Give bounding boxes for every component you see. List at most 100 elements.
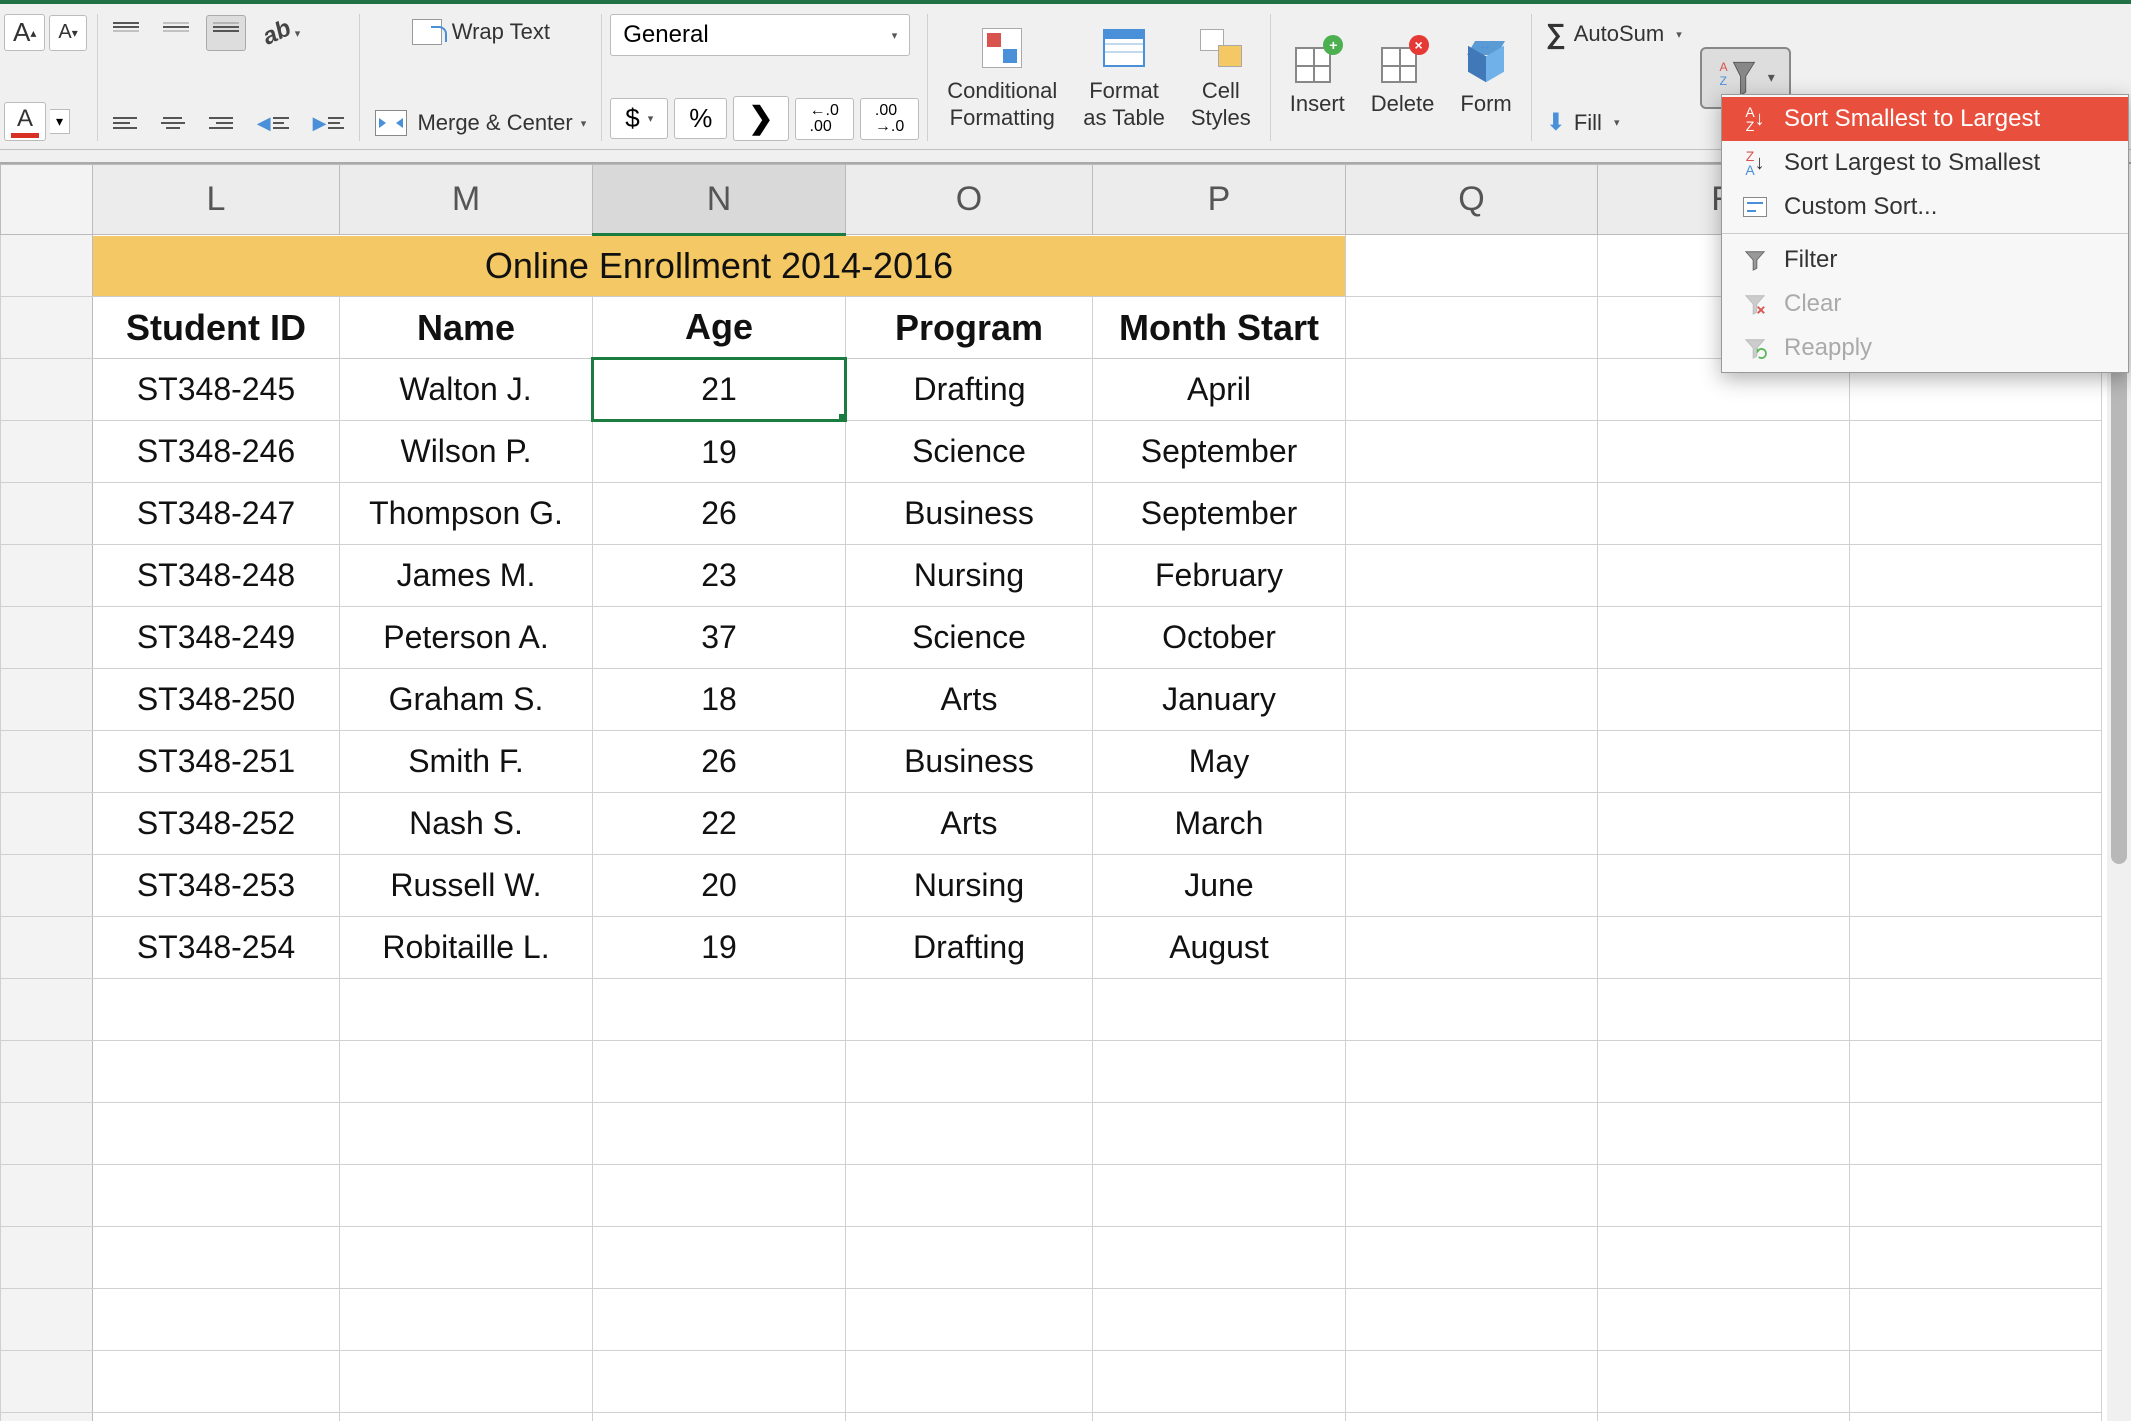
empty-cell[interactable] xyxy=(93,1165,340,1227)
data-cell[interactable]: 26 xyxy=(593,483,846,545)
data-cell[interactable]: 21 xyxy=(593,359,846,421)
autosum-button[interactable]: ∑ AutoSum ▾ xyxy=(1540,14,1688,54)
data-cell[interactable]: Nursing xyxy=(846,855,1093,917)
row-header[interactable] xyxy=(1,359,93,421)
data-cell[interactable]: Business xyxy=(846,731,1093,793)
delete-button[interactable]: × Delete xyxy=(1360,34,1446,120)
empty-cell[interactable] xyxy=(593,1227,846,1289)
fill-button[interactable]: ⬇ Fill ▾ xyxy=(1540,104,1688,141)
empty-cell[interactable] xyxy=(593,1165,846,1227)
empty-cell[interactable] xyxy=(340,1289,593,1351)
empty-cell[interactable] xyxy=(1346,669,1598,731)
grow-font-button[interactable]: A▴ xyxy=(4,14,45,51)
data-cell[interactable]: 22 xyxy=(593,793,846,855)
number-format-select[interactable]: General ▾ xyxy=(610,14,910,56)
row-header[interactable] xyxy=(1,1227,93,1289)
row-header[interactable] xyxy=(1,607,93,669)
data-cell[interactable]: January xyxy=(1093,669,1346,731)
empty-cell[interactable] xyxy=(1850,483,2102,545)
empty-cell[interactable] xyxy=(1093,1413,1346,1421)
empty-cell[interactable] xyxy=(1850,1413,2102,1421)
sort-descending-item[interactable]: ZA↓ Sort Largest to Smallest xyxy=(1722,141,2128,185)
empty-cell[interactable] xyxy=(593,1413,846,1421)
empty-cell[interactable] xyxy=(1346,1413,1598,1421)
empty-cell[interactable] xyxy=(1093,1227,1346,1289)
empty-cell[interactable] xyxy=(340,1351,593,1413)
empty-cell[interactable] xyxy=(1346,1165,1598,1227)
font-color-dropdown[interactable]: ▾ xyxy=(50,109,70,134)
data-cell[interactable]: Peterson A. xyxy=(340,607,593,669)
increase-indent-button[interactable]: ▶ xyxy=(306,105,352,141)
data-cell[interactable]: Nash S. xyxy=(340,793,593,855)
empty-cell[interactable] xyxy=(1850,421,2102,483)
percent-button[interactable]: % xyxy=(674,98,727,139)
data-cell[interactable]: ST348-248 xyxy=(93,545,340,607)
empty-cell[interactable] xyxy=(1850,1351,2102,1413)
row-header[interactable] xyxy=(1,483,93,545)
empty-cell[interactable] xyxy=(1598,483,1850,545)
empty-cell[interactable] xyxy=(1346,421,1598,483)
empty-cell[interactable] xyxy=(1850,669,2102,731)
empty-cell[interactable] xyxy=(340,1165,593,1227)
empty-cell[interactable] xyxy=(1093,1289,1346,1351)
data-cell[interactable]: 23 xyxy=(593,545,846,607)
empty-cell[interactable] xyxy=(1598,917,1850,979)
empty-cell[interactable] xyxy=(1598,1413,1850,1421)
empty-cell[interactable] xyxy=(846,1041,1093,1103)
align-right-button[interactable] xyxy=(202,105,240,141)
sort-ascending-item[interactable]: AZ↓ Sort Smallest to Largest xyxy=(1722,97,2128,141)
empty-cell[interactable] xyxy=(1598,1041,1850,1103)
data-cell[interactable]: February xyxy=(1093,545,1346,607)
empty-cell[interactable] xyxy=(1346,607,1598,669)
empty-cell[interactable] xyxy=(1346,1351,1598,1413)
row-header[interactable] xyxy=(1,235,93,297)
data-cell[interactable]: 37 xyxy=(593,607,846,669)
data-cell[interactable]: ST348-253 xyxy=(93,855,340,917)
empty-cell[interactable] xyxy=(846,1289,1093,1351)
empty-cell[interactable] xyxy=(1093,1165,1346,1227)
format-button[interactable]: ↔ Form xyxy=(1449,34,1522,120)
empty-cell[interactable] xyxy=(1346,1289,1598,1351)
empty-cell[interactable] xyxy=(340,1041,593,1103)
header-cell[interactable]: Program xyxy=(846,297,1093,359)
row-header[interactable] xyxy=(1,917,93,979)
data-cell[interactable]: March xyxy=(1093,793,1346,855)
data-cell[interactable]: Drafting xyxy=(846,359,1093,421)
empty-cell[interactable] xyxy=(1850,979,2102,1041)
data-cell[interactable]: September xyxy=(1093,421,1346,483)
data-cell[interactable]: ST348-247 xyxy=(93,483,340,545)
row-header[interactable] xyxy=(1,1165,93,1227)
cell-styles-button[interactable]: Cell Styles xyxy=(1180,21,1262,134)
data-cell[interactable]: 19 xyxy=(593,917,846,979)
header-cell[interactable]: Age xyxy=(593,297,846,359)
align-left-button[interactable] xyxy=(106,105,144,141)
insert-button[interactable]: + Insert xyxy=(1279,34,1356,120)
decrease-decimal-button[interactable]: .00→.0 xyxy=(860,98,919,140)
data-cell[interactable]: ST348-252 xyxy=(93,793,340,855)
empty-cell[interactable] xyxy=(1850,793,2102,855)
empty-cell[interactable] xyxy=(1850,855,2102,917)
header-cell[interactable]: Student ID xyxy=(93,297,340,359)
empty-cell[interactable] xyxy=(1346,235,1598,297)
empty-cell[interactable] xyxy=(93,1351,340,1413)
empty-cell[interactable] xyxy=(1093,1351,1346,1413)
column-header-N[interactable]: N xyxy=(593,165,846,235)
data-cell[interactable]: September xyxy=(1093,483,1346,545)
empty-cell[interactable] xyxy=(1093,979,1346,1041)
comma-button[interactable]: ❯ xyxy=(733,96,788,141)
data-cell[interactable]: April xyxy=(1093,359,1346,421)
empty-cell[interactable] xyxy=(1598,545,1850,607)
data-cell[interactable]: ST348-251 xyxy=(93,731,340,793)
empty-cell[interactable] xyxy=(93,1103,340,1165)
header-cell[interactable]: Month Start xyxy=(1093,297,1346,359)
column-header-O[interactable]: O xyxy=(846,165,1093,235)
empty-cell[interactable] xyxy=(1093,1103,1346,1165)
data-cell[interactable]: ST348-245 xyxy=(93,359,340,421)
data-cell[interactable]: 26 xyxy=(593,731,846,793)
empty-cell[interactable] xyxy=(593,1103,846,1165)
column-header-P[interactable]: P xyxy=(1093,165,1346,235)
wrap-text-button[interactable]: Wrap Text xyxy=(368,14,593,50)
data-cell[interactable]: Drafting xyxy=(846,917,1093,979)
empty-cell[interactable] xyxy=(1850,545,2102,607)
row-header[interactable] xyxy=(1,421,93,483)
